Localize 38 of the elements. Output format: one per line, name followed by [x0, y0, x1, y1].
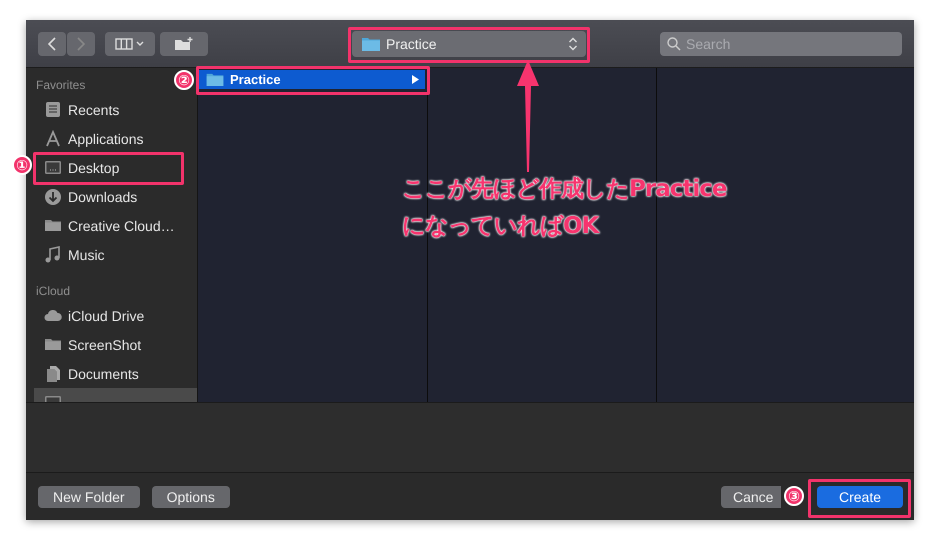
stepper-arrows-icon: [568, 36, 578, 52]
columns-view-icon: [115, 38, 145, 50]
new-folder-button[interactable]: [160, 32, 208, 56]
sidebar-item[interactable]: Desktop: [34, 153, 197, 182]
cancel-button[interactable]: Cance: [721, 486, 781, 508]
create-button[interactable]: Create: [817, 486, 903, 508]
monitor-icon: [44, 158, 62, 176]
path-popup[interactable]: Practice: [352, 30, 586, 56]
folder-icon: [362, 36, 380, 50]
sidebar-item[interactable]: Recents: [34, 95, 197, 124]
step-number: ①: [12, 155, 32, 175]
music-note-icon: [44, 246, 62, 264]
sidebar-item[interactable]: Creative Cloud…: [34, 211, 197, 240]
folder-row[interactable]: Practice: [198, 70, 425, 89]
folder-icon: [206, 73, 224, 86]
disclosure-triangle-icon: [412, 75, 419, 84]
sidebar-item[interactable]: ScreenShot: [34, 330, 197, 359]
folder-plus-icon: [174, 36, 194, 50]
back-button[interactable]: [38, 32, 66, 56]
search-icon: [667, 36, 681, 50]
letter-a-icon: [44, 130, 62, 148]
documents-icon: [44, 364, 62, 382]
sidebar-item[interactable]: Music: [34, 240, 197, 269]
sidebar-item[interactable]: Applications: [34, 124, 197, 153]
sidebar-heading: Favorites: [35, 77, 86, 94]
dialog-button[interactable]: Options: [152, 486, 230, 508]
tray-icon: [44, 100, 62, 118]
chevron-left-icon: [48, 36, 56, 50]
dialog-button[interactable]: New Folder: [38, 486, 140, 508]
sidebar-heading: iCloud: [35, 283, 70, 300]
chevron-right-icon: [77, 36, 85, 50]
sidebar-item[interactable]: Downloads: [34, 182, 197, 211]
annotation-text: になっていればOK: [402, 212, 601, 241]
download-circle-icon: [44, 188, 62, 206]
view-mode-button[interactable]: [105, 32, 155, 56]
annotation-text: ここが先ほど作成したPractice: [402, 175, 726, 204]
sidebar-item[interactable]: iCloud Drive: [34, 301, 197, 330]
sidebar-item[interactable]: Documents: [34, 359, 197, 388]
